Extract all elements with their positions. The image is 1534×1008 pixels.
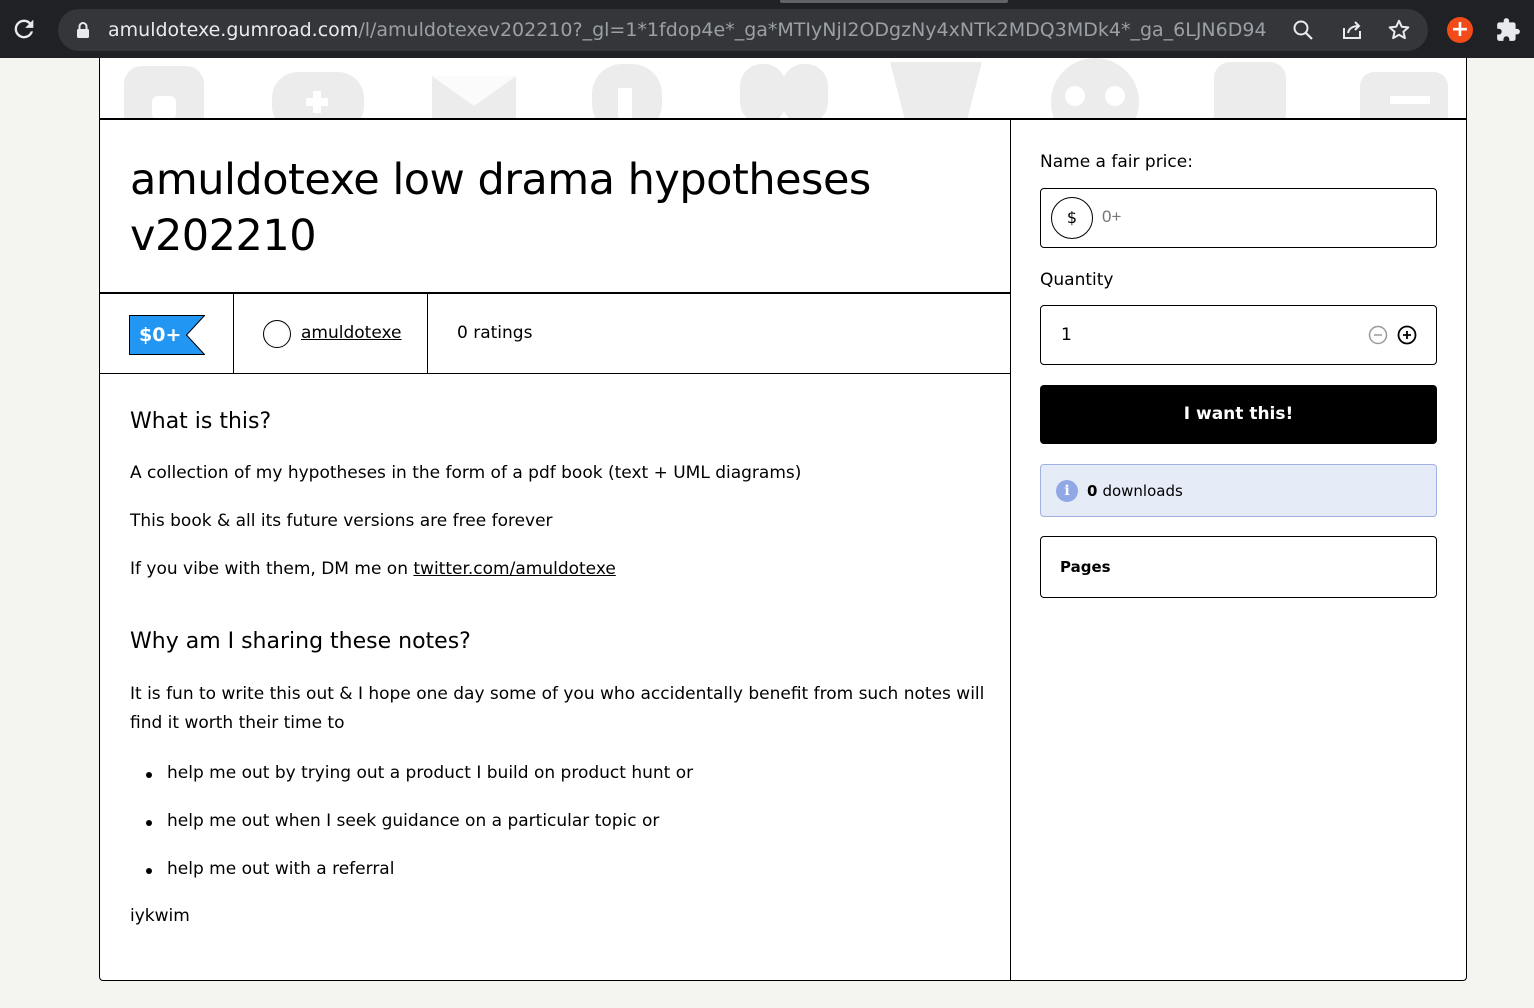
description-paragraph: iykwim: [130, 906, 190, 926]
address-bar[interactable]: amuldotexe.gumroad.com/l/amuldotexev2022…: [58, 9, 1428, 51]
paragraph-text: If you vibe with them, DM me on: [130, 559, 414, 579]
description-paragraph: A collection of my hypotheses in the for…: [130, 463, 802, 483]
bookmark-star-icon[interactable]: [1387, 18, 1411, 42]
price-input[interactable]: [1102, 207, 1422, 227]
extension-add-icon[interactable]: +: [1447, 17, 1473, 43]
url-path: /l/amuldotexev202210?_gl=1*1fdop4e*_ga*M…: [358, 19, 1268, 41]
minus-circle-icon[interactable]: [1368, 325, 1388, 345]
pages-info-box: Pages: [1040, 536, 1437, 598]
twitter-link[interactable]: twitter.com/amuldotexe: [413, 559, 615, 579]
quantity-value[interactable]: 1: [1061, 325, 1072, 345]
product-meta-row: $0+ amuldotexe 0 ratings: [100, 294, 1010, 374]
ratings-count: 0 ratings: [457, 323, 533, 343]
downloads-label: downloads: [1102, 482, 1183, 500]
info-icon: i: [1056, 480, 1078, 502]
price-label: Name a fair price:: [1040, 152, 1193, 172]
description-paragraph: This book & all its future versions are …: [130, 511, 553, 531]
downloads-count: 0: [1087, 482, 1098, 500]
description-paragraph: It is fun to write this out & I hope one…: [130, 684, 985, 733]
active-tab-indicator: [780, 0, 1008, 3]
description-paragraph: If you vibe with them, DM me on twitter.…: [130, 555, 990, 584]
quantity-stepper[interactable]: 1: [1040, 305, 1437, 365]
downloads-info-box: i 0 downloads: [1040, 464, 1437, 517]
list-item: help me out with a referral: [145, 859, 395, 879]
reload-icon[interactable]: [10, 15, 38, 43]
currency-symbol: $: [1051, 197, 1093, 239]
cover-pattern-banner: [100, 58, 1466, 120]
purchase-panel: Name a fair price: $ Quantity 1 I want t…: [1011, 120, 1466, 980]
author-avatar[interactable]: [263, 320, 291, 348]
downloads-text: 0 downloads: [1087, 482, 1183, 500]
list-item: help me out by trying out a product I bu…: [145, 763, 694, 783]
pages-label: Pages: [1060, 558, 1111, 576]
product-card: amuldotexe low drama hypotheses v202210 …: [99, 58, 1467, 981]
product-details: amuldotexe low drama hypotheses v202210 …: [100, 120, 1011, 980]
plus-circle-icon[interactable]: [1397, 325, 1417, 345]
author-link[interactable]: amuldotexe: [301, 323, 402, 343]
author-cell[interactable]: amuldotexe: [234, 294, 428, 374]
price-field[interactable]: $: [1040, 188, 1437, 248]
heading-why-sharing: Why am I sharing these notes?: [130, 629, 471, 654]
url-host: amuldotexe.gumroad.com: [108, 19, 359, 41]
browser-toolbar: amuldotexe.gumroad.com/l/amuldotexev2022…: [0, 0, 1534, 58]
extensions-puzzle-icon[interactable]: [1495, 17, 1521, 43]
list-item: help me out when I seek guidance on a pa…: [145, 811, 660, 831]
heading-what-is-this: What is this?: [130, 409, 272, 434]
i-want-this-button[interactable]: I want this!: [1040, 385, 1437, 444]
title-section: amuldotexe low drama hypotheses v202210: [100, 120, 1010, 294]
price-badge: $0+: [129, 315, 205, 355]
price-badge-text: $0+: [139, 324, 182, 346]
price-cell: $0+: [100, 294, 234, 374]
product-title: amuldotexe low drama hypotheses v202210: [130, 155, 871, 261]
ratings-cell: 0 ratings: [428, 294, 1010, 374]
zoom-icon[interactable]: [1291, 18, 1315, 42]
lock-icon[interactable]: [76, 21, 90, 39]
url-text[interactable]: amuldotexe.gumroad.com/l/amuldotexev2022…: [108, 19, 1268, 41]
quantity-label: Quantity: [1040, 270, 1114, 290]
share-icon[interactable]: [1340, 18, 1364, 42]
